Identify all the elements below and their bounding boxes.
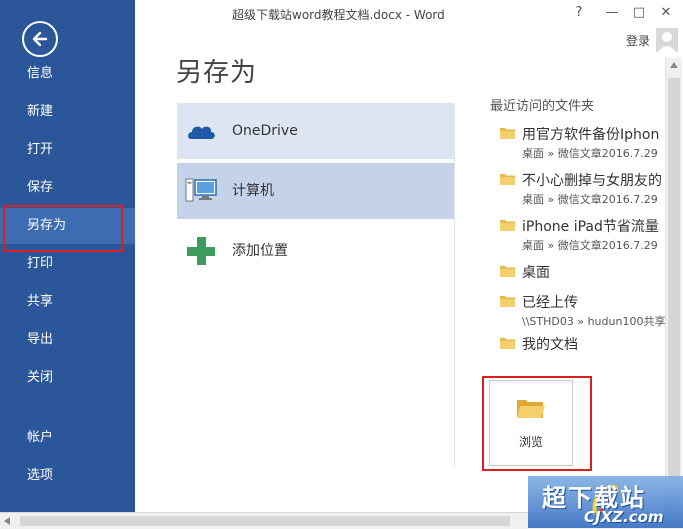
recent-folder-path: 桌面 » 微信文章2016.7.29 (522, 193, 658, 206)
place-label: 计算机 (232, 183, 274, 199)
nav-options[interactable]: 选项 (0, 458, 135, 494)
nav-close[interactable]: 关闭 (0, 360, 135, 396)
folder-icon (500, 174, 515, 185)
nav-share[interactable]: 共享 (0, 284, 135, 320)
avatar[interactable] (656, 28, 678, 52)
recent-folders-header: 最近访问的文件夹 (490, 99, 595, 112)
plus-icon (187, 237, 215, 265)
scroll-left-icon[interactable] (4, 517, 10, 525)
recent-folder-name: iPhone iPad节省流量 (522, 219, 659, 235)
nav-open[interactable]: 打开 (0, 132, 135, 168)
page-title: 另存为 (176, 58, 258, 88)
place-add-location[interactable]: 添加位置 (177, 223, 454, 279)
nav-info[interactable]: 信息 (0, 56, 135, 92)
recent-folder-path: 桌面 » 微信文章2016.7.29 (522, 147, 658, 160)
recent-folder[interactable]: 已经上传 \\STHD03 » hudun100共享 (500, 292, 665, 332)
place-label: 添加位置 (232, 243, 288, 259)
nav-new[interactable]: 新建 (0, 94, 135, 130)
minimize-button[interactable]: — (603, 4, 621, 22)
nav-account[interactable]: 帐户 (0, 420, 135, 456)
place-onedrive[interactable]: OneDrive (177, 103, 454, 159)
recent-folder-name: 不小心删掉与女朋友的 (522, 173, 662, 189)
folder-icon (500, 338, 515, 349)
backstage-sidebar: 信息 新建 打开 保存 另存为 打印 共享 导出 关闭 帐户 选项 (0, 0, 135, 512)
recent-folder[interactable]: 不小心删掉与女朋友的 桌面 » 微信文章2016.7.29 (500, 170, 665, 210)
horizontal-scroll-thumb[interactable] (20, 516, 510, 526)
recent-folder[interactable]: iPhone iPad节省流量 桌面 » 微信文章2016.7.29 (500, 216, 665, 256)
nav-save[interactable]: 保存 (0, 170, 135, 206)
recent-folder-path: 桌面 » 微信文章2016.7.29 (522, 239, 658, 252)
folder-icon (500, 296, 515, 307)
recent-folder-name: 已经上传 (522, 295, 578, 311)
watermark-url: CJXZ.com (584, 508, 664, 526)
recent-folder-path: \\STHD03 » hudun100共享 (522, 315, 665, 328)
help-button[interactable]: ? (570, 4, 588, 22)
vertical-scroll-thumb[interactable] (668, 78, 680, 478)
nav-export[interactable]: 导出 (0, 322, 135, 358)
site-watermark: 超下载站 CJXZ.com (528, 476, 683, 528)
vertical-scrollbar[interactable] (665, 58, 682, 512)
close-button[interactable]: ✕ (657, 4, 675, 22)
place-computer[interactable]: 计算机 (177, 163, 454, 219)
user-icon (658, 32, 676, 52)
folder-icon (500, 220, 515, 231)
computer-icon (185, 178, 217, 202)
login-link[interactable]: 登录 (626, 32, 650, 49)
recent-folder[interactable]: 我的文档 (500, 334, 665, 356)
annotation-highlight-browse (482, 376, 592, 471)
recent-folder-name: 用官方软件备份Iphon (522, 127, 660, 143)
scroll-up-icon[interactable] (670, 62, 678, 68)
recent-folder[interactable]: 桌面 (500, 262, 665, 284)
back-arrow-icon (32, 31, 48, 47)
window-title: 超级下载站word教程文档.docx - Word (232, 8, 445, 22)
annotation-highlight-save-as (3, 205, 123, 252)
recent-folder[interactable]: 用官方软件备份Iphon 桌面 » 微信文章2016.7.29 (500, 124, 665, 164)
divider (454, 104, 455, 468)
maximize-button[interactable]: □ (630, 4, 648, 22)
folder-icon (500, 128, 515, 139)
folder-icon (500, 266, 515, 277)
recent-folder-name: 我的文档 (522, 337, 578, 353)
recent-folder-name: 桌面 (522, 265, 550, 281)
place-label: OneDrive (232, 123, 298, 139)
back-button[interactable] (22, 21, 58, 57)
cloud-icon (188, 126, 215, 139)
